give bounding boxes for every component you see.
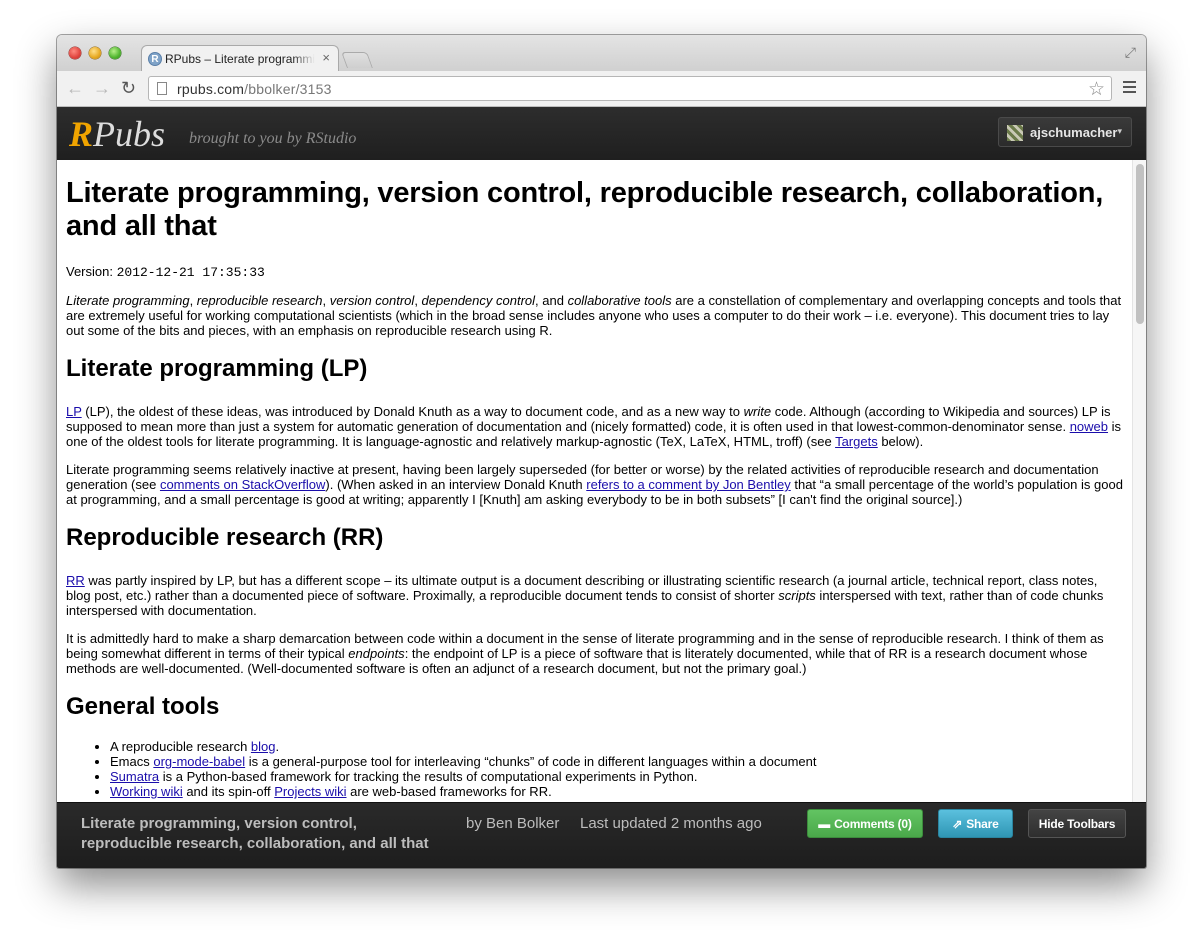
section-heading-lp: Literate programming (LP)	[66, 355, 368, 382]
bookmark-star-icon[interactable]: ☆	[1088, 78, 1105, 101]
fullscreen-icon[interactable]: ⤢	[1125, 44, 1136, 61]
sumatra-link[interactable]: Sumatra	[110, 769, 159, 784]
browser-window: R RPubs – Literate programming, version …	[57, 35, 1146, 868]
version-label: Version:	[66, 264, 117, 279]
tab-title: RPubs – Literate programming, version co…	[165, 52, 315, 66]
text: and its spin-off	[182, 784, 275, 799]
working-wiki-link[interactable]: Working wiki	[110, 784, 183, 799]
address-bar[interactable]: rpubs.com/bbolker/3153 ☆	[148, 76, 1112, 101]
vertical-scrollbar[interactable]	[1132, 160, 1146, 802]
rr-paragraph-2: It is admittedly hard to make a sharp de…	[66, 631, 1124, 676]
tools-list: A reproducible research blog. Emacs org-…	[110, 739, 1124, 799]
lp-paragraph-2: Literate programming seems relatively in…	[66, 462, 1124, 507]
hide-toolbars-label: Hide Toolbars	[1038, 817, 1116, 831]
sep: ,	[414, 293, 422, 308]
hide-toolbars-button[interactable]: Hide Toolbars	[1028, 809, 1126, 838]
section-heading-rr: Reproducible research (RR)	[66, 524, 384, 551]
last-updated: Last updated 2 months ago	[580, 815, 762, 832]
text: is a Python-based framework for tracking…	[159, 769, 698, 784]
rpubs-header: RPubs brought to you by RStudio ajschuma…	[57, 107, 1146, 160]
browser-tab[interactable]: R RPubs – Literate programming, version …	[141, 45, 339, 72]
term-collaborative-tools: collaborative tools	[567, 293, 672, 308]
reload-icon[interactable]: ↻	[121, 79, 136, 97]
logo-text: Pubs	[93, 114, 166, 154]
username: ajschumacher	[1030, 125, 1118, 140]
share-button[interactable]: ⇗ Share	[938, 809, 1013, 838]
comment-icon: ▬	[818, 817, 831, 831]
text: Emacs	[110, 754, 154, 769]
sep: ,	[322, 293, 330, 308]
rpubs-favicon-icon: R	[148, 52, 162, 66]
tab-close-icon[interactable]: ×	[322, 50, 330, 65]
browser-menu-icon[interactable]	[1123, 81, 1136, 93]
url-host: rpubs.com	[177, 81, 245, 97]
user-menu-button[interactable]: ajschumacher ▾	[998, 117, 1132, 147]
forward-arrow-icon[interactable]: →	[93, 79, 111, 97]
author-byline: by Ben Bolker	[466, 815, 560, 832]
text: below).	[877, 434, 924, 449]
text: (LP), the oldest of these ideas, was int…	[81, 404, 744, 419]
text: A reproducible research	[110, 739, 251, 754]
document-footer-bar: Literate programming, version control, r…	[57, 802, 1146, 868]
share-label: Share	[966, 817, 999, 831]
intro-paragraph: Literate programming, reproducible resea…	[66, 293, 1124, 338]
tab-strip: R RPubs – Literate programming, version …	[57, 35, 1146, 72]
bentley-link[interactable]: refers to a comment by Jon Bentley	[586, 477, 790, 492]
page-icon	[157, 82, 167, 95]
chevron-down-icon: ▾	[1117, 126, 1122, 136]
list-item: Working wiki and its spin-off Projects w…	[110, 784, 1124, 799]
blog-link[interactable]: blog	[251, 739, 276, 754]
comments-label: Comments (0)	[834, 817, 912, 831]
targets-link[interactable]: Targets	[835, 434, 878, 449]
text: are web-based frameworks for RR.	[346, 784, 552, 799]
version-value: 2012-12-21 17:35:33	[116, 265, 265, 280]
footer-title: Literate programming, version control, r…	[81, 815, 429, 852]
emphasis: scripts	[778, 588, 816, 603]
sep: ,	[189, 293, 197, 308]
zoom-window-button[interactable]	[109, 47, 121, 59]
text: .	[275, 739, 280, 754]
scrollbar-thumb[interactable]	[1136, 164, 1144, 324]
logo-r: R	[69, 114, 94, 154]
document-viewport[interactable]: Literate programming, version control, r…	[57, 160, 1132, 802]
term-dependency-control: dependency control	[421, 293, 536, 308]
org-mode-babel-link[interactable]: org-mode-babel	[153, 754, 245, 769]
text: ). (When asked in an interview Donald Kn…	[325, 477, 587, 492]
document-body: Literate programming, version control, r…	[66, 177, 1124, 799]
rr-paragraph-1: RR was partly inspired by LP, but has a …	[66, 573, 1124, 618]
rpubs-logo[interactable]: RPubs	[69, 113, 165, 155]
lp-link[interactable]: LP	[66, 404, 82, 419]
minimize-window-button[interactable]	[89, 47, 101, 59]
lp-paragraph-1: LP (LP), the oldest of these ideas, was …	[66, 404, 1124, 449]
back-arrow-icon[interactable]: ←	[66, 79, 84, 97]
emphasis: endpoints	[348, 646, 405, 661]
term-reproducible-research: reproducible research	[196, 293, 323, 308]
term-version-control: version control	[329, 293, 415, 308]
stackoverflow-link[interactable]: comments on StackOverflow	[160, 477, 325, 492]
term-literate-programming: Literate programming	[66, 293, 190, 308]
noweb-link[interactable]: noweb	[1070, 419, 1108, 434]
emphasis: write	[743, 404, 772, 419]
url-text[interactable]: rpubs.com/bbolker/3153	[177, 81, 332, 97]
browser-toolbar: ← → ↻ rpubs.com/bbolker/3153 ☆	[57, 71, 1146, 107]
tagline: brought to you by RStudio	[189, 130, 357, 147]
url-path: /bbolker/3153	[244, 81, 332, 97]
section-heading-tools: General tools	[66, 693, 220, 720]
close-window-button[interactable]	[69, 47, 81, 59]
list-item: A reproducible research blog.	[110, 739, 1124, 754]
comments-button[interactable]: ▬ Comments (0)	[807, 809, 923, 838]
version-line: Version: 2012-12-21 17:35:33	[66, 264, 1124, 280]
text: is a general-purpose tool for interleavi…	[245, 754, 817, 769]
projects-wiki-link[interactable]: Projects wiki	[274, 784, 346, 799]
list-item: Sumatra is a Python-based framework for …	[110, 769, 1124, 784]
rr-link[interactable]: RR	[66, 573, 85, 588]
avatar	[1007, 125, 1023, 141]
list-item: Emacs org-mode-babel is a general-purpos…	[110, 754, 1124, 769]
new-tab-button[interactable]	[341, 52, 373, 68]
page-title: Literate programming, version control, r…	[66, 177, 1104, 242]
sep: , and	[535, 293, 568, 308]
share-icon: ⇗	[952, 817, 963, 831]
